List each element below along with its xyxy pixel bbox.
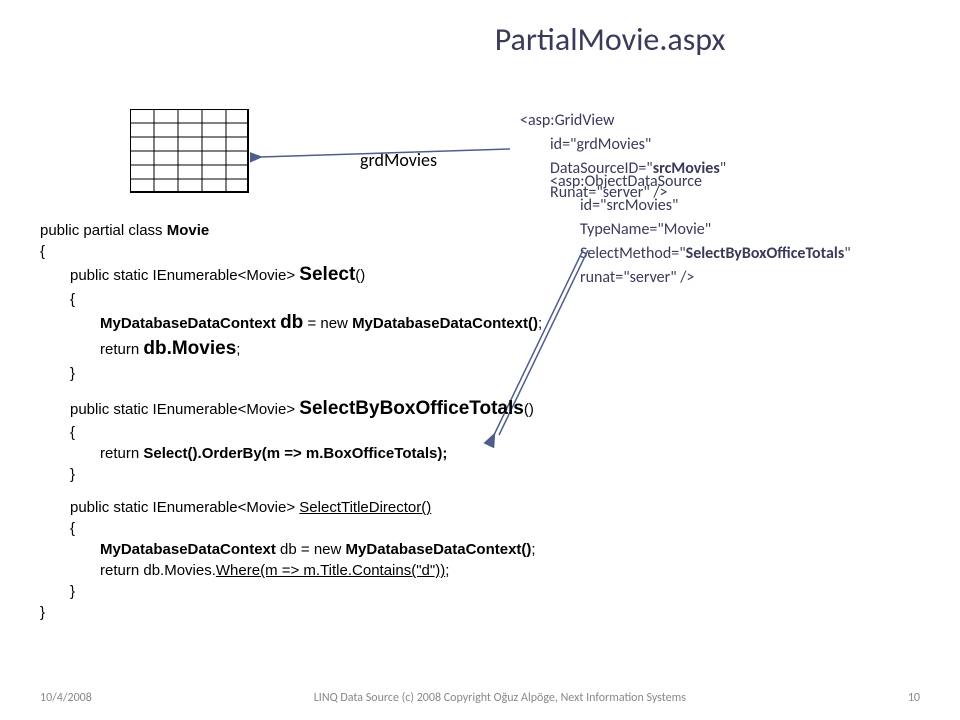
footer-page: 10 bbox=[908, 691, 920, 705]
footer-date: 10/4/2008 bbox=[40, 691, 92, 705]
grid-label: grdMovies bbox=[360, 149, 437, 171]
slide-footer: 10/4/2008 LINQ Data Source (c) 2008 Copy… bbox=[40, 691, 920, 705]
footer-copyright: LINQ Data Source (c) 2008 Copyright Oğuz… bbox=[314, 691, 686, 705]
csharp-code: public partial class Movie { public stat… bbox=[40, 220, 542, 623]
slide-title: PartialMovie.aspx bbox=[300, 20, 920, 59]
objectdatasource-code: <asp:ObjectDataSource id="srcMovies" Typ… bbox=[550, 170, 851, 290]
grid-icon bbox=[130, 109, 250, 194]
